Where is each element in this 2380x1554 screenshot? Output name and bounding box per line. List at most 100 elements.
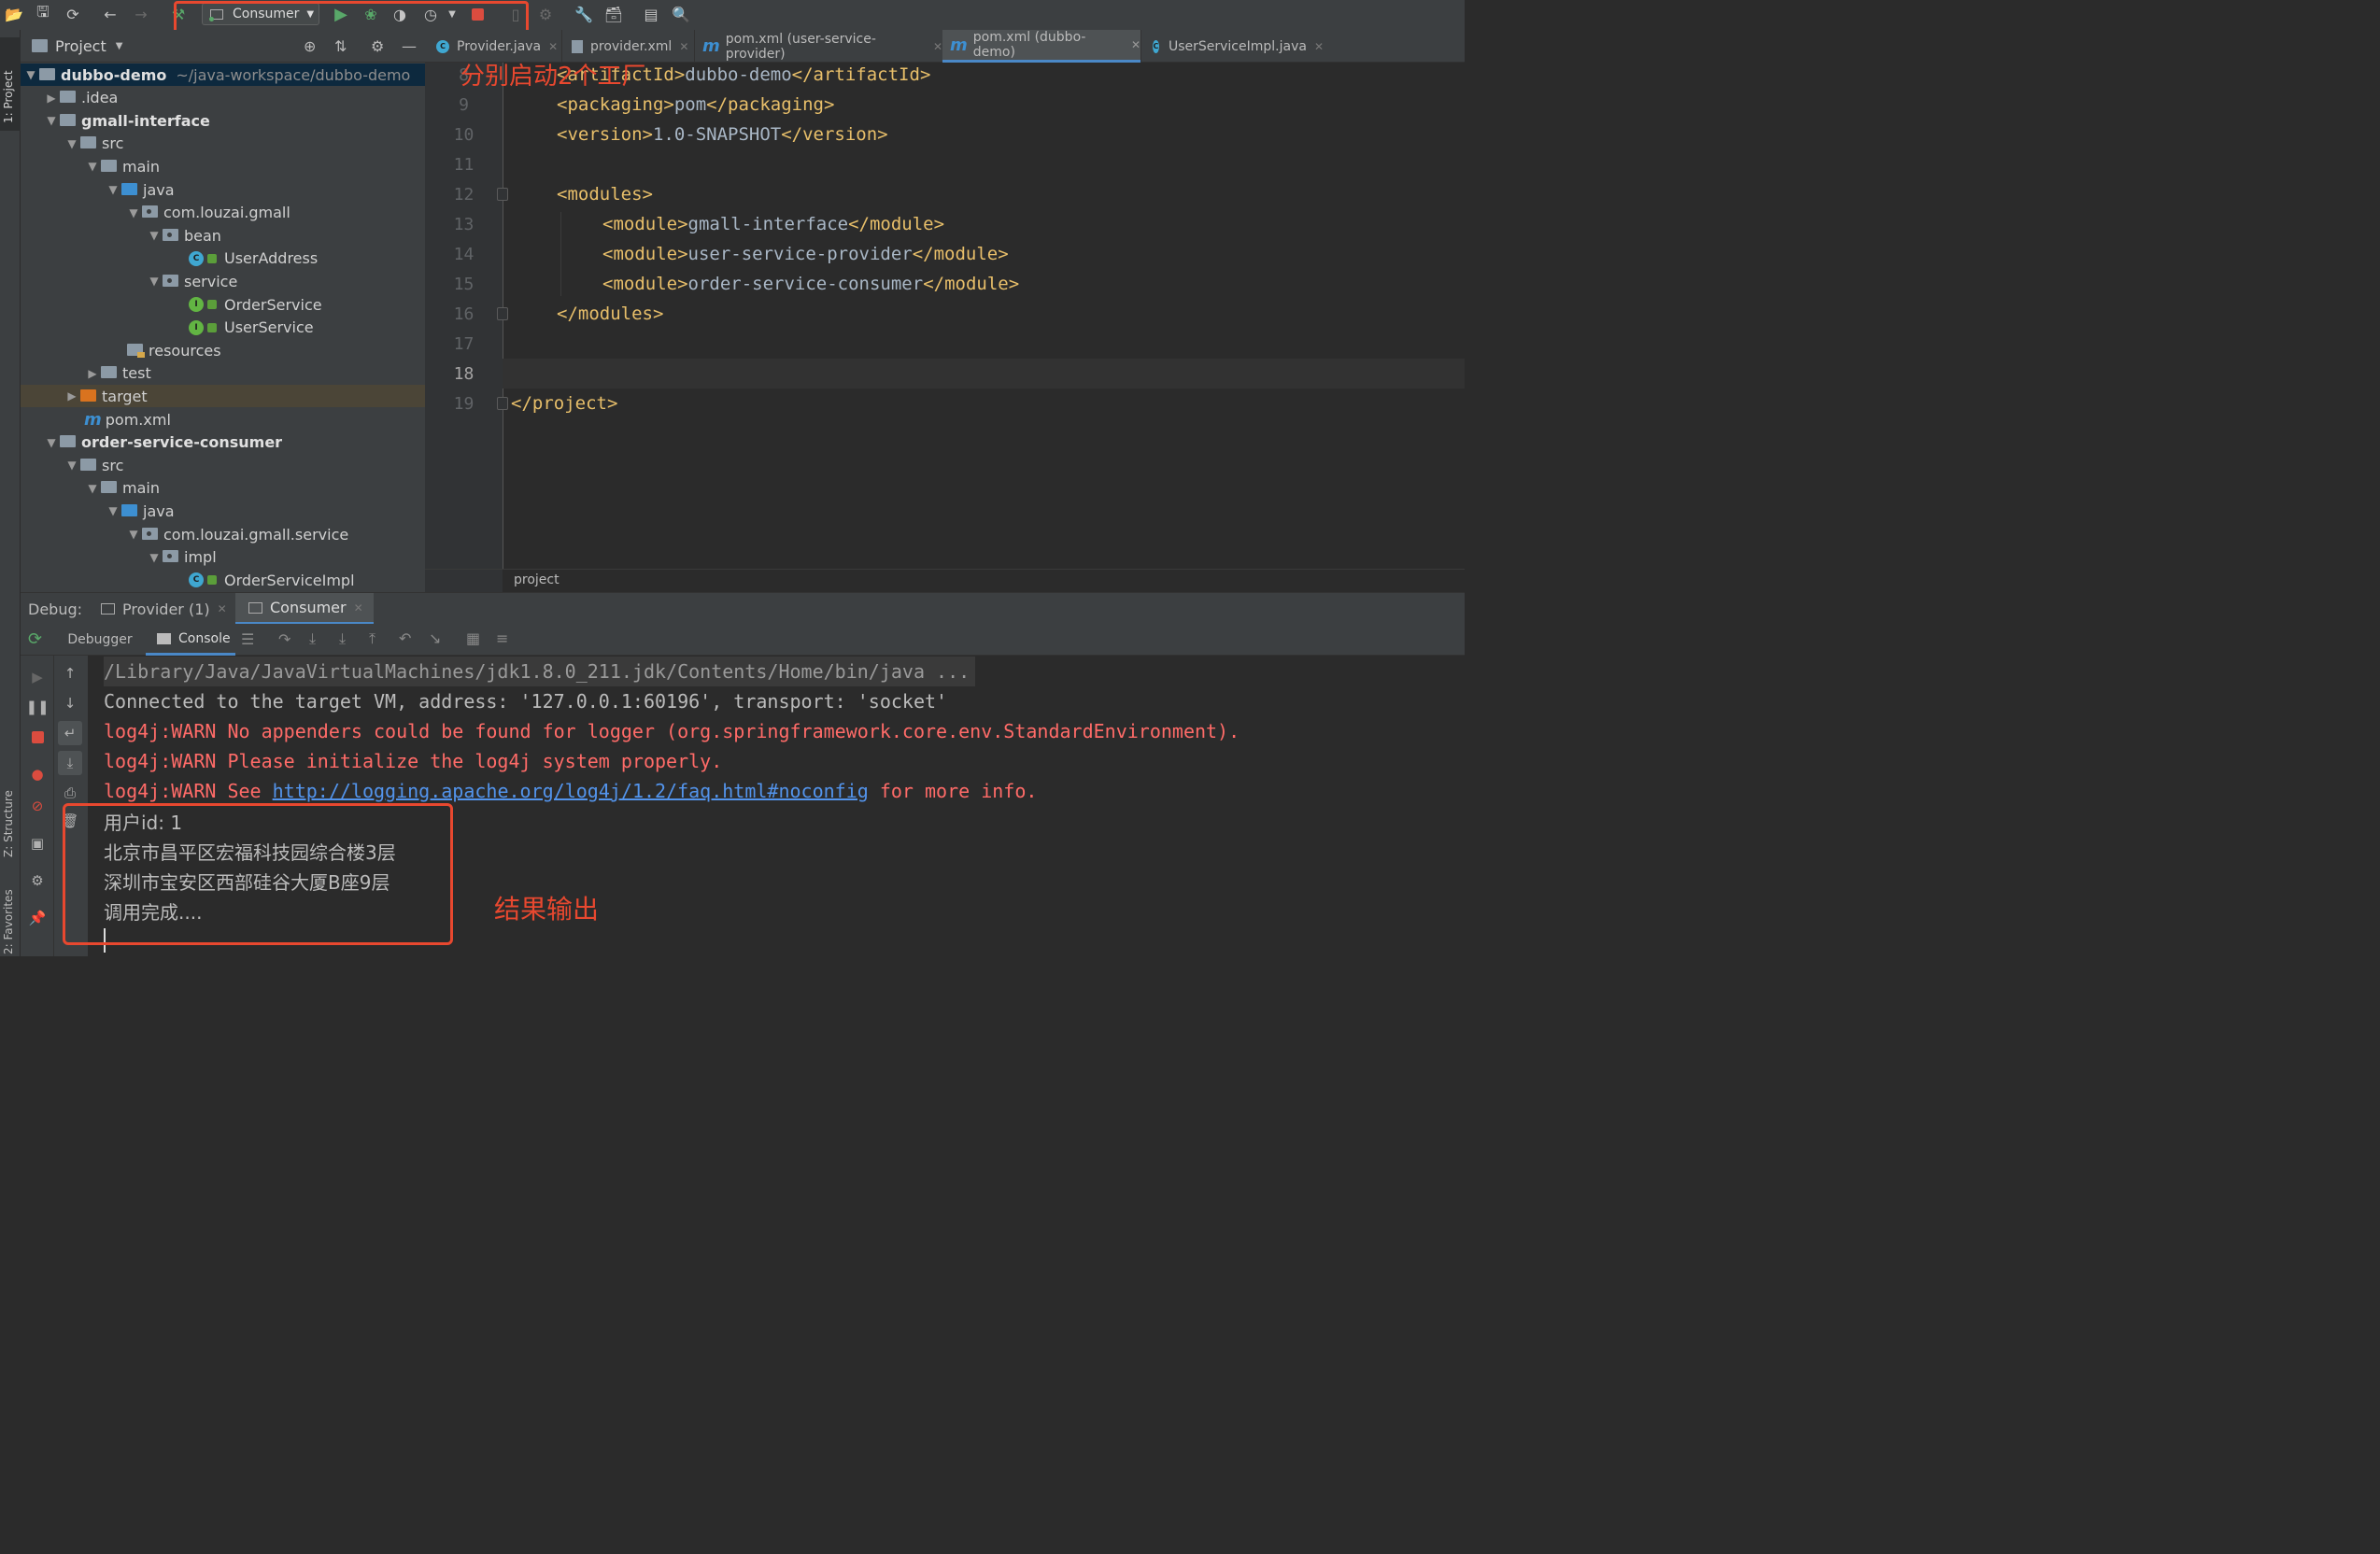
close-icon[interactable]: ✕ [679,40,688,53]
menu-icon[interactable]: ☰ [241,630,254,648]
trace-icon[interactable]: ≡ [496,629,508,647]
debug-session-tab-active[interactable]: Consumer ✕ [235,593,374,625]
line-number: 13 [453,214,475,234]
debug-session-label: Provider (1) [122,600,210,618]
tree-node[interactable]: ▼ src [21,454,123,476]
tree-node[interactable]: ▼ service [21,270,237,292]
camera-icon[interactable]: ▣ [27,833,48,854]
breadcrumb[interactable]: project [514,572,560,587]
forward-icon[interactable]: → [131,4,151,24]
close-icon[interactable]: ✕ [548,40,558,53]
attach-icon[interactable]: ⚙ [535,4,556,24]
expanded-arrow-icon: ▼ [67,459,77,473]
tree-node[interactable]: I UserService [21,317,314,339]
save-icon[interactable]: 🖫 [33,3,53,24]
sync-icon[interactable]: ⟳ [63,4,83,24]
tree-node-label: test [122,364,151,383]
console-tab-label: Console [178,630,231,646]
print-icon[interactable]: ⎙ [60,783,80,803]
tree-node[interactable]: ▼ com.louzai.gmall.service [21,523,348,545]
run-to-cursor-icon[interactable]: ↘ [429,629,441,647]
tree-node[interactable]: ▼ gmall-interface [21,109,210,132]
stop-icon[interactable] [27,727,48,747]
step-into-icon[interactable]: ⤓ [339,629,346,648]
soft-wrap-icon[interactable]: ↵ [58,721,82,745]
tree-node[interactable]: C OrderServiceImpl [21,569,355,591]
tree-node[interactable]: ▶ .idea [21,87,118,109]
console-tab[interactable]: Console [146,624,235,656]
line-number: 14 [453,244,475,264]
gear-icon[interactable]: ⚙ [27,870,48,891]
tree-node[interactable]: ▼ order-service-consumer [21,431,282,454]
scroll-up-icon[interactable]: ↑ [60,663,80,684]
tree-node[interactable]: ▼ dubbo-demo ~/java-workspace/dubbo-demo [21,64,425,86]
fold-marker-icon[interactable] [497,188,508,201]
show-execution-point-icon[interactable]: ↷ [278,630,290,648]
debugger-tab[interactable]: Debugger [58,624,142,656]
structure-tool-tab[interactable]: Z: Structure [0,768,21,861]
mute-breakpoints-icon[interactable]: ⊘ [27,796,48,816]
favorites-tool-tab[interactable]: 2: Favorites [0,880,21,956]
scroll-to-end-icon[interactable]: ⤓ [58,751,82,775]
tree-node[interactable]: resources [21,339,221,361]
collapse-all-icon[interactable]: ⇅ [334,37,347,55]
tree-node[interactable]: m pom.xml [21,408,171,431]
tree-node[interactable]: C UserAddress [21,247,318,270]
tree-node[interactable]: ▼ bean [21,224,221,247]
close-icon[interactable]: ✕ [933,40,942,53]
evaluate-icon[interactable]: ▦ [466,629,480,647]
open-folder-icon[interactable]: 📂 [4,4,24,24]
tree-node[interactable]: I OrderService [21,293,322,316]
project-structure-icon[interactable]: 🗃 [603,4,624,24]
step-over-icon[interactable]: ⤓ [309,629,316,648]
console-link[interactable]: http://logging.apache.org/log4j/1.2/faq.… [273,780,869,802]
close-icon[interactable]: ✕ [354,601,363,615]
tree-node[interactable]: ▼ src [21,133,123,155]
terminal-icon[interactable]: ▤ [641,4,661,24]
debug-session-tab[interactable]: Provider (1) ✕ [101,593,232,625]
drop-frame-icon[interactable]: ↶ [399,629,411,647]
tree-node[interactable]: ▶ test [21,362,151,385]
close-icon[interactable]: ✕ [218,602,227,615]
device-icon[interactable]: ▯ [505,4,526,24]
pin-icon[interactable]: 📌 [27,908,48,928]
package-icon [163,274,178,287]
back-icon[interactable]: ← [100,4,120,24]
tree-node[interactable]: ▼ main [21,477,160,500]
resume-icon[interactable]: ▶ [27,667,48,687]
tree-node-label: com.louzai.gmall.service [163,525,349,544]
tree-node[interactable]: ▶ target [21,385,425,408]
fold-marker-icon[interactable] [497,307,508,320]
favorites-tool-tab-label: 2: Favorites [2,889,15,954]
collapsed-arrow-icon: ▶ [47,91,56,105]
debug-title: Debug: [28,600,83,618]
hide-panel-icon[interactable]: — [402,37,417,55]
step-out-icon[interactable]: ⤒ [369,629,375,648]
tree-node[interactable]: ▼ java [21,178,174,201]
editor-tab-active[interactable]: m pom.xml (dubbo-demo) ✕ [942,30,1140,63]
expanded-arrow-icon: ▼ [88,481,97,495]
tree-node-label: target [102,387,148,405]
scroll-down-icon[interactable]: ↓ [60,693,80,713]
close-icon[interactable]: ✕ [1131,38,1140,51]
locate-icon[interactable]: ⊕ [304,37,316,55]
gear-icon[interactable]: ⚙ [371,37,384,55]
tree-node[interactable]: ▼ impl [21,546,216,569]
rerun-icon[interactable]: ⟳ [28,629,42,649]
chevron-down-icon[interactable]: ▼ [116,41,123,51]
code-editor[interactable]: 8 <artifactId>dubbo-demo</artifactId> 9 <p… [425,63,1465,569]
pause-icon[interactable]: ❚❚ [25,697,49,717]
view-breakpoints-icon[interactable]: ● [27,764,48,784]
project-tool-tab[interactable]: 1: Project [0,37,21,131]
fold-marker-icon[interactable] [497,397,508,410]
tree-node[interactable]: ▼ java [21,500,174,522]
console-text: log4j:WARN No appenders could be found f… [104,720,1240,742]
wrench-icon[interactable]: 🔧 [574,4,594,24]
editor-tab[interactable]: m pom.xml (user-service-provider) ✕ [694,30,942,63]
project-panel-title[interactable]: Project [55,37,106,55]
tree-node[interactable]: ▼ main [21,155,160,177]
editor-tab[interactable]: C UserServiceImpl.java ✕ [1140,30,1324,63]
close-icon[interactable]: ✕ [1314,40,1324,53]
tree-node[interactable]: ▼ com.louzai.gmall [21,202,290,224]
search-icon[interactable]: 🔍 [671,4,691,24]
